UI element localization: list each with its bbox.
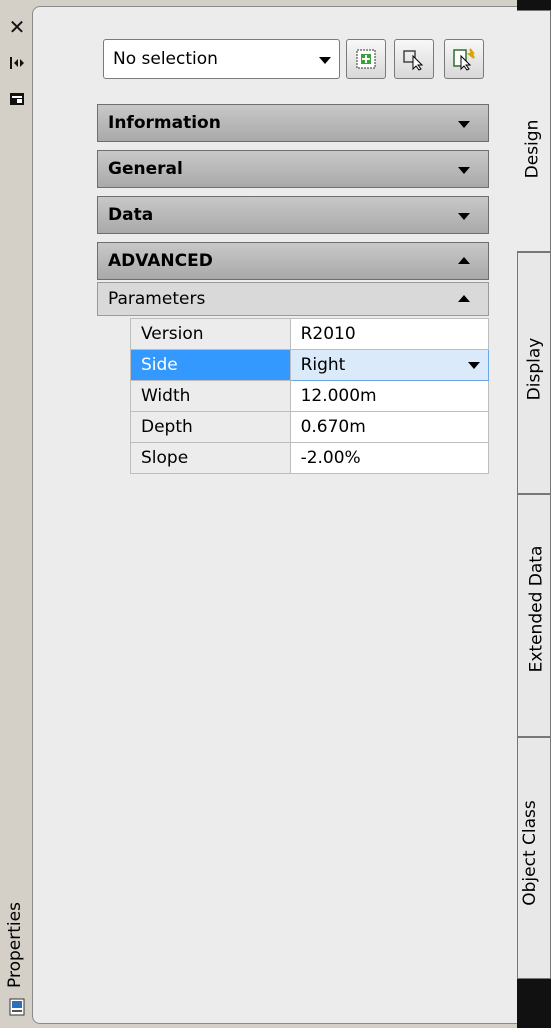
chevron-down-icon bbox=[458, 167, 470, 174]
property-value[interactable]: 12.000m bbox=[289, 380, 490, 412]
property-row[interactable]: Depth 0.670m bbox=[130, 411, 490, 443]
category-data[interactable]: Data bbox=[97, 196, 489, 234]
subcategory-parameters[interactable]: Parameters bbox=[97, 282, 489, 316]
category-information[interactable]: Information bbox=[97, 104, 489, 142]
select-objects-icon bbox=[403, 50, 424, 71]
tab-label: Display bbox=[524, 337, 545, 401]
quick-select-icon bbox=[453, 48, 475, 71]
property-name: Width bbox=[130, 380, 291, 412]
property-row[interactable]: Width 12.000m bbox=[130, 380, 490, 412]
tab-extended-data[interactable]: Extended Data bbox=[517, 494, 551, 737]
category-label: ADVANCED bbox=[108, 251, 213, 271]
palette-icon bbox=[8, 998, 26, 1016]
chevron-down-icon bbox=[468, 362, 480, 369]
toggle-pickadd-button[interactable] bbox=[346, 39, 386, 79]
close-icon[interactable]: ✕ bbox=[8, 15, 26, 39]
category-label: Data bbox=[108, 205, 154, 225]
quick-select-button[interactable] bbox=[444, 39, 484, 79]
property-value[interactable]: -2.00% bbox=[289, 442, 490, 474]
chevron-up-icon bbox=[458, 295, 470, 302]
tab-object-class[interactable]: Object Class bbox=[517, 737, 551, 979]
properties-menu-icon[interactable] bbox=[8, 90, 26, 108]
property-row[interactable]: Slope -2.00% bbox=[130, 442, 490, 474]
property-grid: Version R2010 Side Right Width 12.000m D… bbox=[130, 318, 490, 474]
pickadd-icon bbox=[356, 49, 376, 69]
select-objects-button[interactable] bbox=[394, 39, 434, 79]
tab-display[interactable]: Display bbox=[517, 252, 551, 494]
tab-label: Object Class bbox=[519, 800, 540, 906]
selection-dropdown[interactable]: No selection bbox=[103, 39, 340, 79]
palette-title-bar: ✕ Properties bbox=[0, 0, 32, 1028]
chevron-down-icon bbox=[319, 57, 331, 64]
property-value[interactable]: R2010 bbox=[289, 318, 490, 350]
tab-design[interactable]: Design bbox=[517, 10, 551, 252]
category-general[interactable]: General bbox=[97, 150, 489, 188]
property-name: Version bbox=[130, 318, 291, 350]
chevron-down-icon bbox=[458, 121, 470, 128]
property-row[interactable]: Version R2010 bbox=[130, 318, 490, 350]
property-value[interactable]: 0.670m bbox=[289, 411, 490, 443]
property-value: Right bbox=[300, 355, 346, 375]
category-label: General bbox=[108, 159, 183, 179]
property-name: Slope bbox=[130, 442, 291, 474]
auto-hide-icon[interactable] bbox=[8, 54, 26, 72]
category-label: Information bbox=[108, 113, 221, 133]
subcategory-label: Parameters bbox=[108, 289, 206, 309]
tab-label: Design bbox=[522, 119, 543, 179]
property-name: Side bbox=[130, 349, 291, 381]
selection-value: No selection bbox=[113, 49, 218, 69]
property-row[interactable]: Side Right bbox=[130, 349, 490, 381]
side-select[interactable]: Right bbox=[289, 349, 490, 381]
category-advanced[interactable]: ADVANCED bbox=[97, 242, 489, 280]
chevron-up-icon bbox=[458, 257, 470, 264]
chevron-down-icon bbox=[458, 213, 470, 220]
palette-title: Properties bbox=[5, 902, 25, 988]
tab-label: Extended Data bbox=[526, 545, 547, 673]
property-name: Depth bbox=[130, 411, 291, 443]
